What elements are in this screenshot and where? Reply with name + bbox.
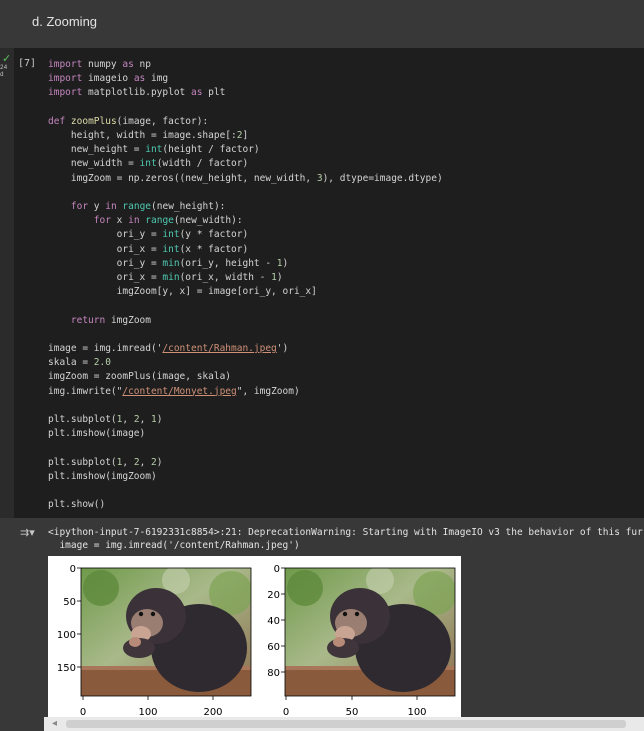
code-line[interactable]: new_width = int(width / factor) <box>48 158 248 169</box>
code-line[interactable]: plt.show() <box>48 499 105 510</box>
y-tick-label: 40 <box>267 616 280 627</box>
code-line[interactable]: return imgZoom <box>48 315 151 326</box>
right-axes: 0 50 100 0 20 40 60 80 <box>267 564 456 718</box>
code-line[interactable]: ori_y = min(ori_y, height - 1) <box>48 258 289 269</box>
code-line[interactable]: ori_y = int(y * factor) <box>48 229 249 240</box>
horizontal-scrollbar[interactable]: ◂ <box>44 717 644 731</box>
y-tick-label: 0 <box>70 564 76 575</box>
code-line[interactable]: skala = 2.0 <box>48 357 111 368</box>
code-line[interactable]: def zoomPlus(image, factor): <box>48 116 208 127</box>
code-line[interactable]: import numpy as np <box>48 59 151 70</box>
x-tick-label: 200 <box>203 707 222 717</box>
left-axes: 0 100 200 0 50 100 150 <box>57 564 252 718</box>
scrollbar-thumb[interactable] <box>66 720 626 728</box>
output-toggle-icon[interactable]: ⇉▾ <box>20 526 35 539</box>
code-line[interactable]: ori_x = min(ori_x, width - 1) <box>48 272 283 283</box>
code-cell[interactable]: ✓ 24 d [7] import numpy as np import ima… <box>0 48 644 518</box>
y-tick-label: 150 <box>57 663 76 674</box>
code-line[interactable]: plt.imshow(imgZoom) <box>48 471 157 482</box>
code-line[interactable]: height, width = image.shape[:2] <box>48 130 248 141</box>
y-tick-label: 80 <box>267 668 280 679</box>
execution-count: [7] <box>18 58 37 69</box>
code-line[interactable]: for x in range(new_width): <box>48 215 243 226</box>
code-line[interactable]: import imageio as img <box>48 73 168 84</box>
zoomed-image <box>285 568 455 696</box>
code-line[interactable]: plt.imshow(image) <box>48 428 145 439</box>
code-line[interactable]: imgZoom = zoomPlus(image, skala) <box>48 371 231 382</box>
x-tick-label: 100 <box>138 707 157 717</box>
output-area: ⇉▾ <ipython-input-7-6192331c8854>:21: De… <box>0 518 644 731</box>
section-title: d. Zooming <box>32 14 98 29</box>
x-tick-label: 0 <box>283 707 289 717</box>
section-header[interactable]: d. Zooming <box>0 0 644 47</box>
x-tick-label: 0 <box>80 707 86 717</box>
matplotlib-figure: 0 100 200 0 50 100 150 0 50 100 0 20 40 <box>48 556 461 718</box>
code-line[interactable]: imgZoom[y, x] = image[ori_y, ori_x] <box>48 286 317 297</box>
y-tick-label: 20 <box>267 590 280 601</box>
scroll-left-icon[interactable]: ◂ <box>52 718 57 729</box>
code-line[interactable]: for y in range(new_height): <box>48 201 226 212</box>
y-tick-label: 100 <box>57 630 76 641</box>
y-tick-label: 50 <box>63 597 76 608</box>
code-line[interactable]: new_height = int(height / factor) <box>48 144 260 155</box>
warning-text: <ipython-input-7-6192331c8854>:21: Depre… <box>48 526 643 552</box>
code-editor[interactable]: import numpy as np import imageio as img… <box>48 58 443 513</box>
x-tick-label: 50 <box>346 707 359 717</box>
warning-line: image = img.imread('/content/Rahman.jpeg… <box>48 540 300 551</box>
cell-gutter[interactable]: ✓ 24 d <box>0 48 14 518</box>
y-tick-label: 0 <box>274 564 280 575</box>
y-tick-label: 60 <box>267 642 280 653</box>
code-line[interactable]: plt.subplot(1, 2, 1) <box>48 414 162 425</box>
code-line[interactable]: import matplotlib.pyplot as plt <box>48 87 225 98</box>
code-line[interactable]: ori_x = int(x * factor) <box>48 244 249 255</box>
original-image <box>81 568 251 696</box>
code-line[interactable]: image = img.imread('/content/Rahman.jpeg… <box>48 343 288 354</box>
x-tick-label: 100 <box>407 707 426 717</box>
code-line[interactable]: img.imwrite("/content/Monyet.jpeg", imgZ… <box>48 386 300 397</box>
warning-line: <ipython-input-7-6192331c8854>:21: Depre… <box>48 527 643 538</box>
code-line[interactable]: plt.subplot(1, 2, 2) <box>48 457 162 468</box>
code-line[interactable]: imgZoom = np.zeros((new_height, new_widt… <box>48 173 443 184</box>
runtime-badge: 24 d <box>0 64 8 78</box>
